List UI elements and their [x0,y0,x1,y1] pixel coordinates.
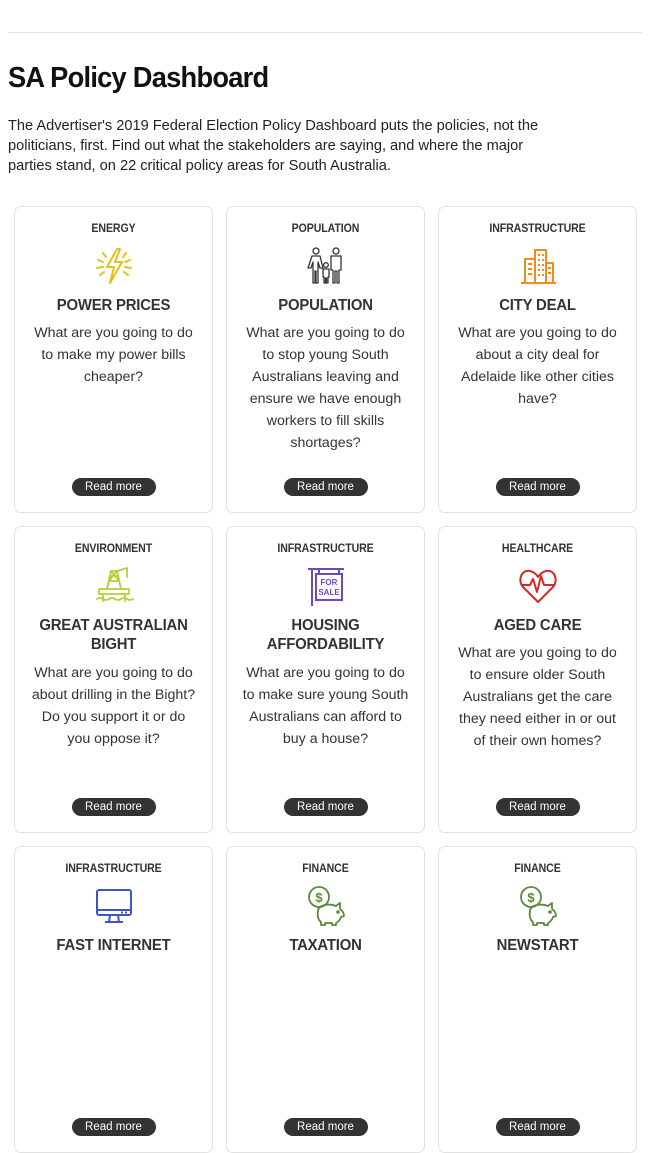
intro-paragraph: The Advertiser's 2019 Federal Election P… [8,118,539,174]
policy-card-aged-care[interactable]: HEALTHCARE AGED CARE What are you going … [438,526,637,833]
read-more-button[interactable]: Read more [495,1118,580,1136]
read-more-button[interactable]: Read more [71,1118,156,1136]
computer-monitor-icon [93,885,135,927]
policy-card-power-prices[interactable]: ENERGY POWER PRICES What are you going t… [14,206,213,513]
policy-card-housing-affordability[interactable]: INFRASTRUCTURE FOR SALE HOUSING AFFORDAB… [226,526,425,833]
card-title: NEWSTART [496,937,579,954]
policy-card-city-deal[interactable]: INFRASTRUCTURE CITY DEAL What are you go… [438,206,637,513]
card-category: ENERGY [91,223,136,235]
piggy-bank-icon: $ [305,885,347,927]
card-title: TAXATION [289,937,362,954]
family-icon [305,245,347,287]
piggy-bank-icon: $ [517,885,559,927]
svg-text:$: $ [315,890,323,905]
policy-card-great-australian-bight[interactable]: ENVIRONMENT GREAT AUSTRALIAN BIGHT What … [14,526,213,833]
policy-card-population[interactable]: POPULATION POPULATION What are you going… [226,206,425,513]
read-more-button[interactable]: Read more [283,478,368,496]
card-title: CITY DEAL [499,297,576,314]
policy-card-grid: ENERGY POWER PRICES What are you going t… [14,206,637,1153]
card-question: What are you going to do about drilling … [31,665,196,747]
card-question: What are you going to do to make sure yo… [242,665,409,747]
for-sale-sign-icon: FOR SALE [305,565,347,607]
heartbeat-icon [517,565,559,607]
card-title: FAST INTERNET [56,937,171,954]
card-category: INFRASTRUCTURE [489,223,586,235]
card-title: GREAT AUSTRALIAN BIGHT [39,617,188,653]
card-category: FINANCE [302,863,349,875]
city-buildings-icon [517,245,559,287]
card-question: What are you going to do to make my powe… [34,325,193,385]
svg-text:FOR: FOR [320,578,337,587]
card-title: POPULATION [278,297,373,314]
policy-card-fast-internet[interactable]: INFRASTRUCTURE FAST INTERNET Read more [14,846,213,1153]
card-category: HEALTHCARE [501,543,574,555]
card-title: AGED CARE [493,617,582,634]
card-question: What are you going to do to stop young S… [246,325,405,451]
top-divider [8,32,642,33]
card-title: POWER PRICES [56,297,171,314]
read-more-button[interactable]: Read more [71,798,156,816]
read-more-button[interactable]: Read more [283,1118,368,1136]
card-question: What are you going to do to ensure older… [458,645,617,749]
policy-card-newstart[interactable]: FINANCE $ NEWSTART Read more [438,846,637,1153]
page-title: SA Policy Dashboard [8,62,269,94]
oil-rig-icon [93,565,135,607]
card-title: HOUSING AFFORDABILITY [266,617,385,653]
read-more-button[interactable]: Read more [71,478,156,496]
read-more-button[interactable]: Read more [495,798,580,816]
card-category: INFRASTRUCTURE [65,863,162,875]
svg-text:$: $ [527,890,535,905]
read-more-button[interactable]: Read more [495,478,580,496]
card-category: INFRASTRUCTURE [277,543,374,555]
card-category: FINANCE [514,863,561,875]
lightning-bolt-icon [93,245,135,287]
policy-card-taxation[interactable]: FINANCE $ TAXATION Read more [226,846,425,1153]
svg-text:SALE: SALE [318,588,340,597]
card-question: What are you going to do about a city de… [458,325,617,407]
read-more-button[interactable]: Read more [283,798,368,816]
card-category: ENVIRONMENT [74,543,153,555]
card-category: POPULATION [291,223,360,235]
